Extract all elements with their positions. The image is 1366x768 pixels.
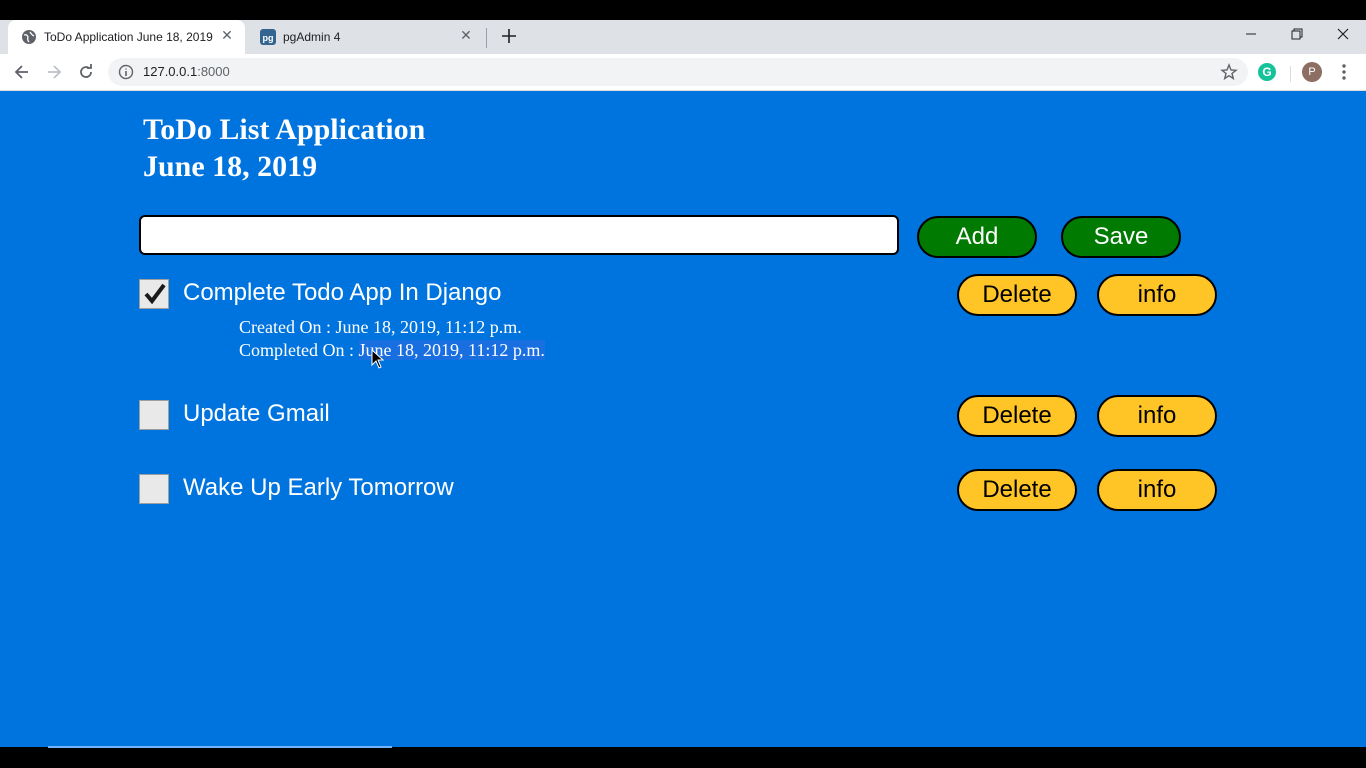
todo-item: Complete Todo App In Django Delete info: [0, 274, 1366, 318]
created-on-line: Created On : June 18, 2019, 11:12 p.m.: [239, 317, 522, 338]
mouse-cursor-icon: [371, 349, 385, 369]
title-bar: [0, 0, 1366, 20]
bookmark-star-icon[interactable]: [1220, 63, 1238, 81]
page-heading: ToDo List Application June 18, 2019: [143, 111, 425, 185]
close-tab-icon[interactable]: ✕: [458, 27, 474, 43]
address-bar[interactable]: 127.0.0.1:8000: [108, 58, 1248, 86]
url-text: 127.0.0.1:8000: [143, 64, 230, 79]
add-button[interactable]: Add: [917, 216, 1037, 258]
reload-icon[interactable]: [76, 62, 96, 82]
completed-on-value: June 18, 2019, 11:12 p.m.: [358, 340, 545, 360]
pgadmin-icon: pg: [260, 29, 276, 45]
page-title: ToDo List Application: [143, 113, 426, 146]
site-info-icon[interactable]: [118, 64, 134, 80]
menu-kebab-icon[interactable]: [1336, 62, 1352, 82]
todo-item: Update Gmail Delete info: [0, 395, 1366, 439]
todo-page: ToDo List Application June 18, 2019 Add …: [0, 91, 1366, 747]
grammarly-extension-icon[interactable]: G: [1258, 63, 1276, 81]
delete-button[interactable]: Delete: [957, 274, 1077, 316]
tab-todo-application[interactable]: ToDo Application June 18, 2019 ✕: [8, 20, 245, 54]
todo-checkbox[interactable]: [139, 279, 169, 309]
delete-button[interactable]: Delete: [957, 395, 1077, 437]
checkmark-icon: [144, 283, 166, 305]
todo-text: Wake Up Early Tomorrow: [183, 474, 454, 501]
page-date: June 18, 2019: [143, 150, 318, 183]
completed-on-line: Completed On : June 18, 2019, 11:12 p.m.: [239, 340, 545, 361]
todo-checkbox[interactable]: [139, 400, 169, 430]
todo-text: Update Gmail: [183, 400, 330, 427]
close-window-icon[interactable]: [1320, 20, 1366, 50]
back-icon[interactable]: [12, 62, 32, 82]
tab-title: ToDo Application June 18, 2019: [44, 30, 213, 44]
forward-icon[interactable]: [44, 62, 64, 82]
tab-strip: ToDo Application June 18, 2019 ✕ pg pgAd…: [0, 20, 1366, 54]
new-todo-input[interactable]: [139, 215, 899, 255]
globe-icon: [21, 29, 37, 45]
svg-text:pg: pg: [263, 33, 274, 43]
info-button[interactable]: info: [1097, 469, 1217, 511]
completed-on-label: Completed On :: [239, 340, 359, 360]
browser-toolbar: 127.0.0.1:8000 G P: [0, 54, 1366, 91]
delete-button[interactable]: Delete: [957, 469, 1077, 511]
info-button[interactable]: info: [1097, 274, 1217, 316]
profile-avatar[interactable]: P: [1302, 62, 1322, 82]
restore-icon[interactable]: [1274, 20, 1320, 50]
created-on-label: Created On :: [239, 317, 336, 337]
todo-item: Wake Up Early Tomorrow Delete info: [0, 469, 1366, 513]
close-tab-icon[interactable]: ✕: [219, 27, 235, 43]
info-button[interactable]: info: [1097, 395, 1217, 437]
bottom-bar: [0, 747, 1366, 768]
toolbar-divider: [1290, 66, 1291, 82]
save-button[interactable]: Save: [1061, 216, 1181, 258]
tab-divider: [486, 28, 487, 48]
new-tab-icon[interactable]: [498, 25, 520, 47]
scroll-indicator: [48, 746, 392, 748]
created-on-value: June 18, 2019, 11:12 p.m.: [335, 317, 522, 337]
tab-pgadmin[interactable]: pg pgAdmin 4 ✕: [247, 20, 484, 54]
todo-text: Complete Todo App In Django: [183, 279, 502, 306]
todo-checkbox[interactable]: [139, 474, 169, 504]
tab-title: pgAdmin 4: [283, 30, 341, 44]
minimize-icon[interactable]: [1228, 20, 1274, 50]
